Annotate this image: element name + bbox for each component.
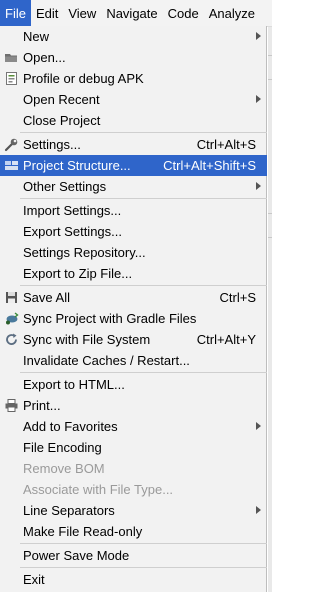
apk-icon [4, 71, 19, 86]
menu-navigate[interactable]: Navigate [101, 0, 162, 26]
menu-item-label: Export Settings... [23, 224, 122, 239]
menu-separator [20, 132, 267, 133]
menu-item-settings[interactable]: Settings... Ctrl+Alt+S [0, 134, 267, 155]
menu-item-export-html[interactable]: Export to HTML... [0, 374, 267, 395]
submenu-arrow-icon [256, 182, 261, 190]
menu-item-label: Remove BOM [23, 461, 105, 476]
menu-item-label: Open Recent [23, 92, 100, 107]
menu-item-shortcut: Ctrl+Alt+S [196, 137, 256, 152]
menu-item-label: Add to Favorites [23, 419, 118, 434]
menu-item-label: Power Save Mode [23, 548, 130, 563]
menu-item-label: Import Settings... [23, 203, 122, 218]
menu-item-new[interactable]: New [0, 26, 267, 47]
menu-item-profile-debug-apk[interactable]: Profile or debug APK [0, 68, 267, 89]
menu-item-label: Other Settings [23, 179, 107, 194]
menu-item-label: Settings... [23, 137, 81, 152]
menu-item-import-settings[interactable]: Import Settings... [0, 200, 267, 221]
menu-item-line-separators[interactable]: Line Separators [0, 500, 267, 521]
menu-item-label: Project Structure... [23, 158, 131, 173]
menu-item-label: Invalidate Caches / Restart... [23, 353, 190, 368]
menu-item-close-project[interactable]: Close Project [0, 110, 267, 131]
wrench-icon [4, 137, 19, 152]
menu-item-add-to-favorites[interactable]: Add to Favorites [0, 416, 267, 437]
menu-item-invalidate-caches[interactable]: Invalidate Caches / Restart... [0, 350, 267, 371]
menu-item-label: Make File Read-only [23, 524, 143, 539]
save-icon [4, 290, 19, 305]
menu-item-label: Exit [23, 572, 45, 587]
menu-item-label: Sync Project with Gradle Files [23, 311, 197, 326]
menu-item-shortcut: Ctrl+Alt+Shift+S [163, 158, 256, 173]
menu-item-sync-file-system[interactable]: Sync with File System Ctrl+Alt+Y [0, 329, 267, 350]
menu-code[interactable]: Code [163, 0, 204, 26]
menu-item-remove-bom: Remove BOM [0, 458, 267, 479]
submenu-arrow-icon [256, 422, 261, 430]
menu-item-exit[interactable]: Exit [0, 569, 267, 590]
menu-item-shortcut: Ctrl+Alt+Y [196, 332, 256, 347]
menu-item-print[interactable]: Print... [0, 395, 267, 416]
menu-item-export-zip[interactable]: Export to Zip File... [0, 263, 267, 284]
menu-item-settings-repository[interactable]: Settings Repository... [0, 242, 267, 263]
menu-separator [20, 567, 267, 568]
menu-item-associate-file-type: Associate with File Type... [0, 479, 267, 500]
menu-separator [20, 543, 267, 544]
menu-item-save-all[interactable]: Save All Ctrl+S [0, 287, 267, 308]
printer-icon [4, 398, 19, 413]
menu-item-label: Close Project [23, 113, 101, 128]
submenu-arrow-icon [256, 95, 261, 103]
menu-item-label: File Encoding [23, 440, 102, 455]
menu-separator [20, 285, 267, 286]
menu-item-file-encoding[interactable]: File Encoding [0, 437, 267, 458]
file-menu-dropdown: New Open... Profile or debug APK Open Re… [0, 26, 267, 592]
menu-item-label: Export to HTML... [23, 377, 125, 392]
gradle-sync-icon [4, 311, 19, 326]
menu-item-power-save-mode[interactable]: Power Save Mode [0, 545, 267, 566]
menu-view[interactable]: View [63, 0, 101, 26]
menu-item-label: Open... [23, 50, 66, 65]
menu-item-open-recent[interactable]: Open Recent [0, 89, 267, 110]
refresh-icon [4, 332, 19, 347]
background-editor-edge [268, 27, 272, 592]
menu-analyze[interactable]: Analyze [204, 0, 260, 26]
submenu-arrow-icon [256, 506, 261, 514]
menu-separator [20, 372, 267, 373]
menu-item-shortcut: Ctrl+S [219, 290, 256, 305]
menu-item-export-settings[interactable]: Export Settings... [0, 221, 267, 242]
menu-item-project-structure[interactable]: Project Structure... Ctrl+Alt+Shift+S [0, 155, 267, 176]
menu-item-open[interactable]: Open... [0, 47, 267, 68]
submenu-arrow-icon [256, 32, 261, 40]
menu-item-label: Associate with File Type... [23, 482, 174, 497]
menu-item-make-read-only[interactable]: Make File Read-only [0, 521, 267, 542]
folder-icon [4, 50, 19, 65]
menu-bar: File Edit View Navigate Code Analyze [0, 0, 272, 27]
menu-item-label: New [23, 29, 50, 44]
menu-edit[interactable]: Edit [31, 0, 63, 26]
menu-item-label: Settings Repository... [23, 245, 146, 260]
menu-item-label: Export to Zip File... [23, 266, 133, 281]
menu-item-label: Profile or debug APK [23, 71, 144, 86]
menu-item-label: Save All [23, 290, 70, 305]
menu-item-other-settings[interactable]: Other Settings [0, 176, 267, 197]
menu-file[interactable]: File [0, 0, 31, 26]
menu-item-label: Line Separators [23, 503, 115, 518]
menu-item-sync-gradle[interactable]: Sync Project with Gradle Files [0, 308, 267, 329]
menu-item-label: Sync with File System [23, 332, 151, 347]
project-structure-icon [4, 158, 19, 173]
menu-separator [20, 198, 267, 199]
menu-item-label: Print... [23, 398, 61, 413]
